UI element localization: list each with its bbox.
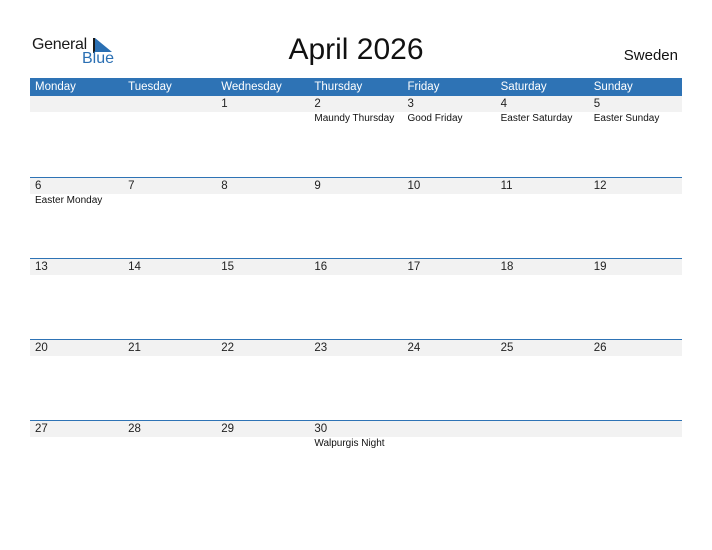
day-number: 3 xyxy=(407,98,414,110)
day-number: 11 xyxy=(500,180,513,192)
holiday-label xyxy=(403,194,496,208)
holiday-label: Easter Saturday xyxy=(500,113,573,124)
holiday-row: Maundy Thursday Good Friday Easter Saturda… xyxy=(30,112,682,126)
day-number: 6 xyxy=(35,180,42,192)
holiday-label xyxy=(216,437,309,451)
day-number xyxy=(403,421,496,437)
day-number xyxy=(589,421,682,437)
holiday-label xyxy=(403,437,496,451)
calendar-grid: Monday Tuesday Wednesday Thursday Friday… xyxy=(30,78,682,501)
day-number: 30 xyxy=(314,423,328,435)
page-title: April 2026 xyxy=(288,33,424,66)
weekday-thursday: Thursday xyxy=(314,81,363,93)
day-number-row: 13 14 15 16 17 18 19 xyxy=(30,259,682,275)
day-number: 15 xyxy=(221,261,235,273)
day-number: 4 xyxy=(500,98,508,110)
day-number-row: 27 28 29 30 xyxy=(30,421,682,437)
holiday-label xyxy=(30,112,123,126)
country-label: Sweden xyxy=(623,47,678,64)
day-number-row: 6 7 8 9 10 11 12 xyxy=(30,178,682,194)
holiday-label xyxy=(123,112,216,126)
holiday-label xyxy=(589,437,682,451)
holiday-label xyxy=(30,437,123,451)
day-number: 5 xyxy=(593,98,601,110)
day-number: 13 xyxy=(35,261,48,273)
holiday-label xyxy=(496,437,589,451)
holiday-label xyxy=(309,194,402,208)
day-number: 20 xyxy=(35,342,48,354)
holiday-label xyxy=(123,194,216,208)
day-number: 21 xyxy=(128,342,141,354)
day-number: 8 xyxy=(221,180,228,192)
day-number: 17 xyxy=(407,261,421,273)
day-number-row: 20 21 22 23 24 25 26 xyxy=(30,340,682,356)
day-number-row: 1 2 3 4 5 xyxy=(30,96,682,112)
holiday-label: Good Friday xyxy=(407,113,463,124)
holiday-label: Easter Sunday xyxy=(593,113,660,124)
day-number xyxy=(30,96,123,112)
weekday-saturday: Saturday xyxy=(500,81,547,93)
day-number: 23 xyxy=(314,342,328,354)
holiday-label xyxy=(216,112,309,126)
day-number: 22 xyxy=(221,342,235,354)
weekday-friday: Friday xyxy=(407,81,440,93)
day-number xyxy=(123,96,216,112)
day-number: 1 xyxy=(221,98,228,110)
holiday-label: Easter Monday xyxy=(35,195,103,206)
day-number: 19 xyxy=(593,261,607,273)
day-number xyxy=(496,421,589,437)
day-number: 12 xyxy=(593,180,607,192)
day-number: 2 xyxy=(314,98,321,110)
week-row: 6 7 8 9 10 11 12 Easter Monday xyxy=(30,177,682,258)
weekday-header: Monday Tuesday Wednesday Thursday Friday… xyxy=(30,78,682,96)
holiday-label: Maundy Thursday xyxy=(314,113,395,124)
weekday-monday: Monday xyxy=(35,81,76,93)
week-row: 13 14 15 16 17 18 19 xyxy=(30,258,682,339)
week-row: 1 2 3 4 5 Maundy Thursday Good Friday Easter Sa… xyxy=(30,96,682,177)
day-number: 9 xyxy=(314,180,321,192)
day-number: 28 xyxy=(128,423,141,435)
holiday-row: Easter Monday xyxy=(30,194,682,208)
day-number: 27 xyxy=(35,423,48,435)
day-number: 7 xyxy=(128,180,135,192)
week-row: 20 21 22 23 24 25 26 xyxy=(30,339,682,420)
weekday-tuesday: Tuesday xyxy=(128,81,172,93)
holiday-row: Walpurgis Night xyxy=(30,437,682,451)
weekday-wednesday: Wednesday xyxy=(221,81,282,93)
week-row: 27 28 29 30 Walpurgis Night xyxy=(30,420,682,501)
day-number: 26 xyxy=(593,342,607,354)
holiday-label xyxy=(496,194,589,208)
holiday-label xyxy=(216,194,309,208)
holiday-label: Walpurgis Night xyxy=(314,438,385,449)
day-number: 18 xyxy=(500,261,514,273)
day-number: 25 xyxy=(500,342,514,354)
day-number: 10 xyxy=(407,180,421,192)
weekday-sunday: Sunday xyxy=(593,81,633,93)
day-number: 29 xyxy=(221,423,235,435)
holiday-label xyxy=(123,437,216,451)
day-number: 24 xyxy=(407,342,421,354)
day-number: 16 xyxy=(314,261,328,273)
holiday-label xyxy=(589,194,682,208)
day-number: 14 xyxy=(128,261,141,273)
